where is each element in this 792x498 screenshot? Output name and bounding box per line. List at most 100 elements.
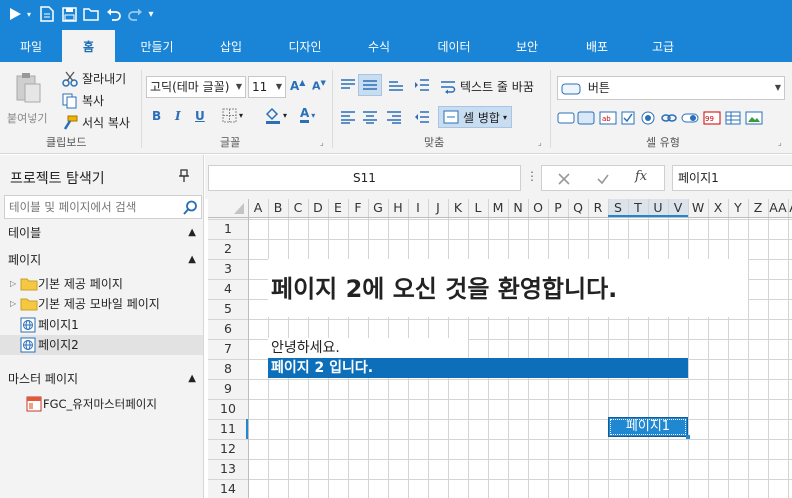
image-cell-icon[interactable] <box>745 111 763 125</box>
border-button[interactable]: ▾ <box>222 108 243 123</box>
tab-advanced[interactable]: 고급 <box>632 30 694 62</box>
page1-button[interactable]: 페이지1 <box>608 417 688 437</box>
align-bottom-button[interactable] <box>388 78 404 95</box>
column-header[interactable]: X <box>708 199 728 217</box>
run-dropdown-icon[interactable]: ▾ <box>24 5 34 23</box>
textbox-cell-icon[interactable]: ab <box>599 111 617 125</box>
tree-item-builtin-pages[interactable]: ▷ 기본 제공 페이지 <box>0 274 203 294</box>
column-header[interactable]: F <box>348 199 368 217</box>
column-header[interactable]: M <box>488 199 508 217</box>
formula-input[interactable]: 페이지1 <box>672 165 792 191</box>
explorer-search-box[interactable] <box>4 195 202 219</box>
column-header[interactable]: R <box>588 199 608 217</box>
undo-icon[interactable] <box>104 5 122 23</box>
column-header[interactable]: H <box>388 199 408 217</box>
font-color-button[interactable]: A ▾ <box>300 107 315 123</box>
column-header[interactable]: I <box>408 199 428 217</box>
expand-arrow-icon[interactable]: ▷ <box>10 274 16 294</box>
increase-indent-button[interactable] <box>414 110 430 127</box>
column-header[interactable]: W <box>688 199 708 217</box>
column-header[interactable]: J <box>428 199 448 217</box>
row-header[interactable]: 1 <box>208 219 248 239</box>
selection-handle[interactable] <box>686 435 690 439</box>
italic-button[interactable]: I <box>175 109 181 123</box>
bold-button[interactable]: B <box>152 109 161 123</box>
underline-button[interactable]: U <box>195 109 205 123</box>
hyperlink-button-icon[interactable] <box>577 111 595 125</box>
row-header[interactable]: 14 <box>208 479 248 498</box>
tab-file[interactable]: 파일 <box>0 30 62 62</box>
confirm-icon[interactable] <box>596 172 610 186</box>
cut-button[interactable]: 잘라내기 <box>62 70 126 87</box>
tree-item-master-page[interactable]: FGC_유저마스터페이지 <box>0 394 203 414</box>
collapse-icon[interactable]: ▲ <box>188 249 196 271</box>
column-header[interactable]: Y <box>728 199 748 217</box>
row-header[interactable]: 3 <box>208 259 248 279</box>
search-icon[interactable] <box>183 200 198 215</box>
toggle-cell-icon[interactable] <box>681 111 699 125</box>
column-header[interactable]: O <box>528 199 548 217</box>
tree-item-builtin-mobile-pages[interactable]: ▷ 기본 제공 모바일 페이지 <box>0 294 203 314</box>
paste-button[interactable]: 붙여넣기 <box>6 70 52 126</box>
row-header[interactable]: 4 <box>208 279 248 299</box>
row-header[interactable]: 10 <box>208 399 248 419</box>
dialog-launcher-icon[interactable]: ⌟ <box>538 138 542 147</box>
column-header[interactable]: E <box>328 199 348 217</box>
wrap-text-button[interactable]: 텍스트 줄 바꿈 <box>440 78 534 95</box>
row-header[interactable]: 2 <box>208 239 248 259</box>
row-header[interactable]: 8 <box>208 359 248 379</box>
align-right-button[interactable] <box>386 110 402 127</box>
master-pages-section-header[interactable]: 마스터 페이지 ▲ <box>0 368 204 390</box>
tab-data[interactable]: 데이터 <box>422 30 486 62</box>
customize-toolbar-icon[interactable]: ▾ <box>145 5 157 23</box>
save-icon[interactable] <box>60 5 78 23</box>
grow-font-button[interactable]: A▲ <box>290 78 305 93</box>
tables-section-header[interactable]: 테이블 ▲ <box>0 222 204 244</box>
align-top-button[interactable] <box>340 78 356 95</box>
radio-cell-icon[interactable] <box>641 111 655 125</box>
welcome-title-cell[interactable]: 페이지 2에 오신 것을 환영합니다. <box>268 259 748 317</box>
format-painter-button[interactable]: 서식 복사 <box>62 114 130 131</box>
align-left-button[interactable] <box>340 110 356 127</box>
column-header[interactable]: C <box>288 199 308 217</box>
dialog-launcher-icon[interactable]: ⌟ <box>778 138 782 147</box>
row-header[interactable]: 7 <box>208 339 248 359</box>
column-header[interactable]: P <box>548 199 568 217</box>
column-header[interactable]: S <box>608 199 628 217</box>
row-header[interactable]: 6 <box>208 319 248 339</box>
explorer-search-input[interactable] <box>5 196 175 218</box>
tab-design[interactable]: 디자인 <box>274 30 336 62</box>
new-page-icon[interactable] <box>38 5 56 23</box>
row-header[interactable]: 5 <box>208 299 248 319</box>
banner-cell[interactable]: 페이지 2 입니다. <box>268 358 688 378</box>
column-header[interactable]: T <box>628 199 648 217</box>
column-header[interactable]: Q <box>568 199 588 217</box>
column-header[interactable]: L <box>468 199 488 217</box>
more-options-icon[interactable]: ⋮ <box>526 169 538 183</box>
column-header[interactable]: AA <box>768 199 788 217</box>
open-folder-icon[interactable] <box>82 5 100 23</box>
function-icon[interactable]: fx <box>635 169 647 184</box>
dialog-launcher-icon[interactable]: ⌟ <box>320 138 324 147</box>
link-cell-icon[interactable] <box>661 111 677 125</box>
spreadsheet-grid[interactable]: ABCDEFGHIJKLMNOPQRSTUVWXYZAAAA 123456789… <box>208 199 792 498</box>
number-cell-icon[interactable]: 99 <box>703 111 721 125</box>
cell-type-select[interactable]: 버튼 ▼ <box>557 76 785 100</box>
collapse-icon[interactable]: ▲ <box>188 368 196 390</box>
align-center-button[interactable] <box>362 110 378 127</box>
table-cell-icon[interactable] <box>725 111 741 125</box>
column-header[interactable]: K <box>448 199 468 217</box>
tab-home[interactable]: 홈 <box>62 30 115 62</box>
tab-security[interactable]: 보안 <box>496 30 558 62</box>
column-header[interactable]: U <box>648 199 668 217</box>
row-header[interactable]: 12 <box>208 439 248 459</box>
checkbox-cell-icon[interactable] <box>621 111 635 125</box>
greeting-cell[interactable]: 안녕하세요. <box>268 338 468 358</box>
column-header[interactable]: N <box>508 199 528 217</box>
collapse-icon[interactable]: ▲ <box>188 222 196 244</box>
font-family-select[interactable]: 고딕(테마 글꼴) ▼ <box>146 76 246 98</box>
merge-cells-button[interactable]: 셀 병합 ▾ <box>438 106 512 128</box>
row-header[interactable]: 11 <box>208 419 248 439</box>
row-header[interactable]: 13 <box>208 459 248 479</box>
column-header[interactable]: Z <box>748 199 768 217</box>
